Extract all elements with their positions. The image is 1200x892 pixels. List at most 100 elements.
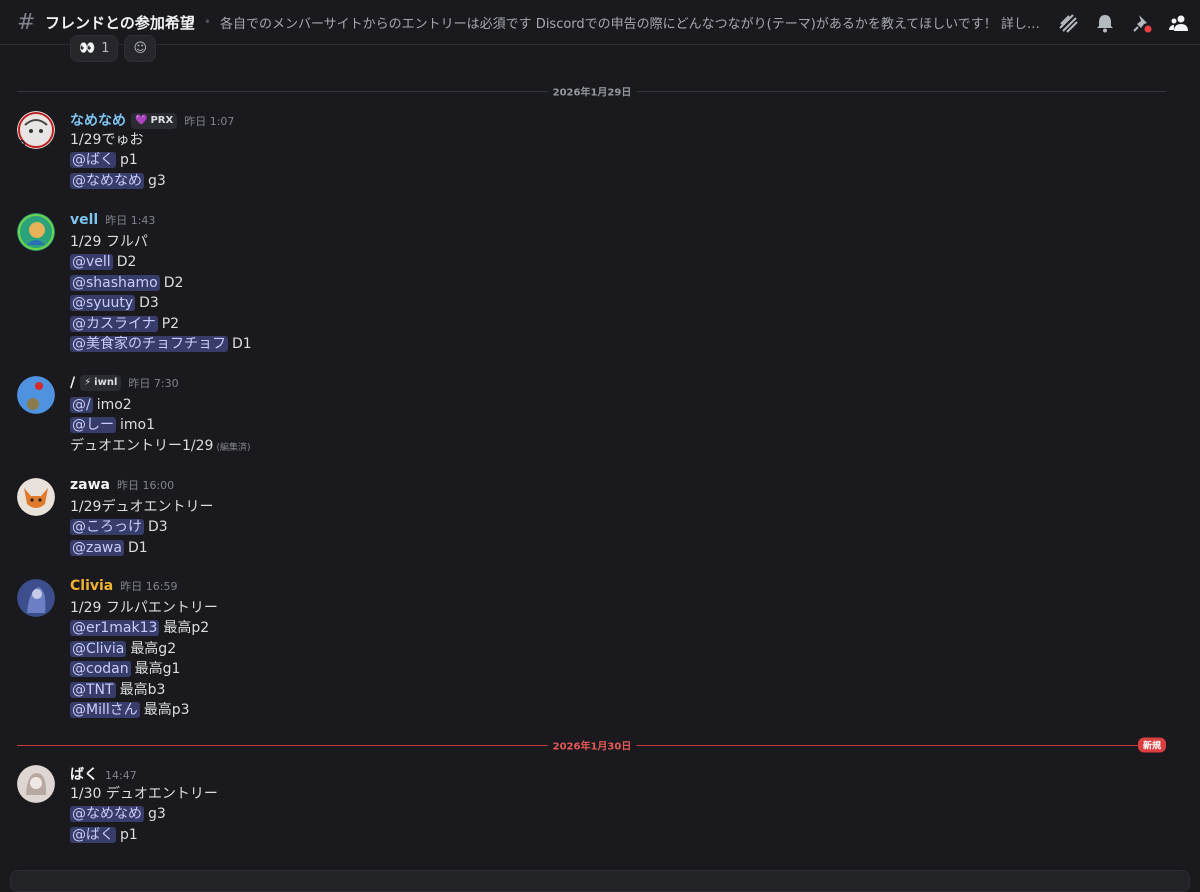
message-content: 1/29デュオエントリー @ころっけ D3 @zawa D1 bbox=[70, 497, 213, 558]
bell-icon[interactable] bbox=[1094, 12, 1116, 34]
channel-name: フレンドとの参加希望 bbox=[45, 13, 195, 32]
message-line: @syuuty D3 bbox=[70, 293, 252, 313]
line-text: imo2 bbox=[96, 397, 132, 413]
user-mention[interactable]: @/ bbox=[70, 397, 93, 413]
username[interactable]: / bbox=[70, 375, 75, 391]
user-mention[interactable]: @TNT bbox=[70, 681, 116, 698]
timestamp: 14:47 bbox=[105, 769, 137, 782]
avatar[interactable] bbox=[17, 111, 55, 149]
members-icon[interactable] bbox=[1168, 12, 1190, 34]
message-line: @カスライナ P2 bbox=[70, 314, 252, 334]
line-text: g3 bbox=[148, 172, 166, 189]
message-line: @Clivia 最高g2 bbox=[70, 639, 218, 659]
line-text: D2 bbox=[163, 274, 184, 291]
channel-hash-icon: # bbox=[17, 9, 36, 35]
line-text: 最高g1 bbox=[134, 661, 181, 678]
user-mention[interactable]: @zawa bbox=[70, 539, 124, 556]
avatar[interactable] bbox=[17, 376, 55, 414]
username[interactable]: zawa bbox=[70, 477, 110, 493]
user-mention[interactable]: @なめなめ bbox=[70, 806, 144, 823]
line-text: 1/30 デュオエントリー bbox=[70, 786, 218, 802]
pin-icon[interactable] bbox=[1131, 12, 1153, 34]
eyes-emoji: 👀 bbox=[79, 41, 96, 56]
line-text: p1 bbox=[120, 152, 138, 169]
user-mention[interactable]: @カスライナ bbox=[70, 315, 158, 332]
message-content: @/imo2 @しー imo1 デュオエントリー1/29 (編集済) bbox=[70, 395, 250, 456]
line-text: 1/29デュオエントリー bbox=[70, 499, 214, 515]
line-text: D3 bbox=[139, 295, 159, 312]
message-line: @なめなめ g3 bbox=[70, 804, 218, 824]
timestamp: 昨日 7:30 bbox=[128, 377, 179, 390]
message-line: @ばく p1 bbox=[70, 825, 218, 845]
message-content: 1/29でゅお @ばく p1 @なめなめ g3 bbox=[70, 130, 166, 191]
line-text: P2 bbox=[161, 315, 180, 332]
reactions-row: 👀 1 ☺ bbox=[70, 35, 157, 62]
header-toolbar bbox=[1057, 12, 1190, 34]
date-divider-label: 2026年1月29日 bbox=[547, 83, 637, 99]
line-text: D1 bbox=[127, 539, 148, 556]
line-text: p1 bbox=[120, 826, 138, 843]
timestamp: 昨日 1:07 bbox=[184, 115, 235, 128]
clan-tag[interactable]: ⚡ iwnl bbox=[80, 374, 122, 391]
user-mention[interactable]: @美食家のチョフチョフ bbox=[70, 335, 228, 352]
avatar[interactable] bbox=[17, 765, 55, 803]
line-text: 最高p3 bbox=[143, 701, 190, 718]
user-mention[interactable]: @なめなめ bbox=[70, 172, 144, 189]
username[interactable]: ばく bbox=[70, 764, 98, 784]
lightning-icon: ⚡ bbox=[84, 377, 92, 388]
avatar[interactable] bbox=[17, 213, 55, 251]
clan-tag-label: iwnl bbox=[94, 377, 118, 388]
message-line: @ころっけ D3 bbox=[70, 517, 213, 537]
date-divider-label: 2026年1月30日 bbox=[547, 737, 637, 753]
username[interactable]: Clivia bbox=[70, 578, 113, 594]
user-mention[interactable]: @er1mak13 bbox=[70, 620, 160, 637]
line-text: 1/29でゅお bbox=[70, 132, 144, 148]
message-line: @codan 最高g1 bbox=[70, 659, 218, 679]
timestamp: 昨日 1:43 bbox=[105, 214, 156, 227]
user-mention[interactable]: @syuuty bbox=[70, 295, 136, 312]
message-line: 1/29 フルパ bbox=[70, 232, 252, 252]
message-content: 1/29 フルパエントリー @er1mak13 最高p2 @Clivia 最高g2 … bbox=[70, 598, 218, 720]
line-text: D1 bbox=[232, 335, 252, 352]
message-line: @/imo2 bbox=[70, 395, 250, 415]
user-mention[interactable]: @vell bbox=[70, 254, 113, 271]
user-mention[interactable]: @Clivia bbox=[70, 640, 127, 657]
user-mention[interactable]: @shashamo bbox=[70, 274, 160, 291]
new-badge: 新規 bbox=[1137, 737, 1166, 753]
reaction-eyes[interactable]: 👀 1 bbox=[70, 35, 119, 62]
username[interactable]: vell bbox=[70, 212, 98, 228]
line-text: デュオエントリー1/29 bbox=[70, 437, 214, 454]
line-text: D2 bbox=[116, 254, 137, 271]
message-line: @zawa D1 bbox=[70, 538, 213, 558]
message-line: @shashamo D2 bbox=[70, 273, 252, 293]
channel-topic[interactable]: 各自でのメンバーサイトからのエントリーは必須です Discordでの申告の際にど… bbox=[220, 13, 1045, 32]
smile-icon: ☺ bbox=[133, 41, 148, 56]
message-content: 1/29 フルパ @vell D2 @shashamo D2 @syuuty D3 @… bbox=[70, 232, 252, 354]
timestamp: 昨日 16:00 bbox=[116, 479, 175, 492]
threads-icon[interactable] bbox=[1057, 12, 1079, 34]
user-mention[interactable]: @ばく bbox=[70, 152, 116, 169]
message-line: 1/30 デュオエントリー bbox=[70, 784, 218, 804]
username[interactable]: なめなめ bbox=[70, 110, 126, 130]
clan-tag[interactable]: 💜 PRX bbox=[131, 112, 178, 129]
topic-separator: • bbox=[203, 15, 211, 29]
line-text: 最高g2 bbox=[130, 640, 177, 657]
line-text: 1/29 フルパエントリー bbox=[70, 600, 218, 616]
message-input[interactable] bbox=[10, 870, 1190, 892]
message-line: @TNT 最高b3 bbox=[70, 680, 218, 700]
user-mention[interactable]: @ころっけ bbox=[70, 519, 144, 536]
line-text: 1/29 フルパ bbox=[70, 234, 148, 250]
message-line: @ばく p1 bbox=[70, 150, 166, 170]
user-mention[interactable]: @しー bbox=[70, 417, 116, 434]
channel-header: # フレンドとの参加希望 • 各自でのメンバーサイトからのエントリーは必須です … bbox=[0, 0, 1200, 45]
avatar[interactable] bbox=[17, 579, 55, 617]
user-mention[interactable]: @ばく bbox=[70, 826, 116, 843]
edited-label: (編集済) bbox=[216, 442, 251, 453]
message-line: @しー imo1 bbox=[70, 415, 250, 435]
user-mention[interactable]: @Millさん bbox=[70, 701, 140, 718]
user-mention[interactable]: @codan bbox=[70, 661, 131, 678]
message-line: @Millさん 最高p3 bbox=[70, 700, 218, 720]
message-line: 1/29でゅお bbox=[70, 130, 166, 150]
avatar[interactable] bbox=[17, 478, 55, 516]
add-reaction-button[interactable]: ☺ bbox=[124, 35, 157, 62]
